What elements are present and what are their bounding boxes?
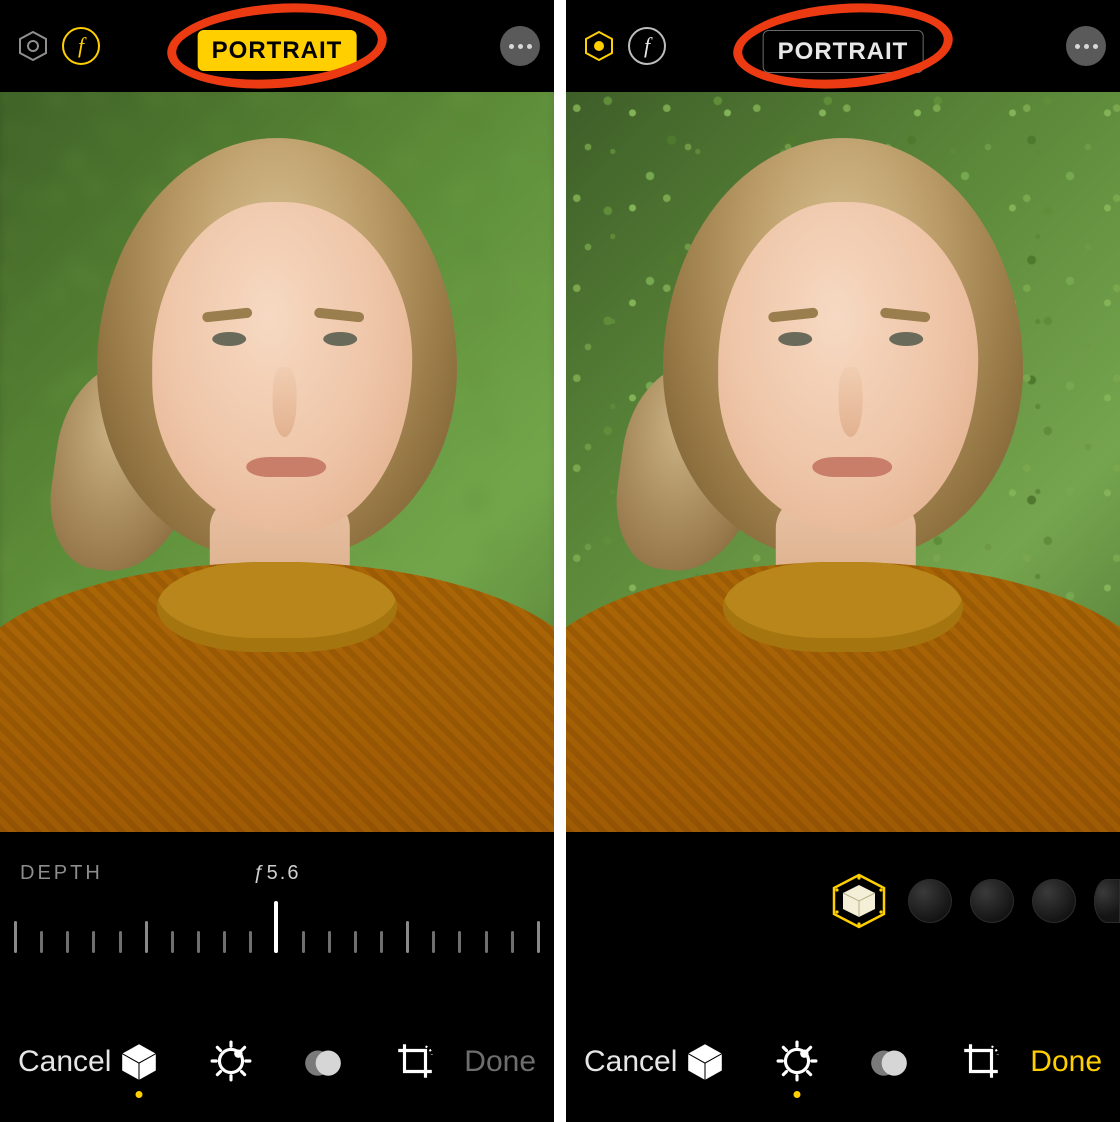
more-button[interactable] xyxy=(500,26,540,66)
lighting-option[interactable] xyxy=(970,879,1014,923)
cancel-button[interactable]: Cancel xyxy=(14,1039,115,1085)
lighting-option[interactable] xyxy=(908,879,952,923)
lighting-option[interactable] xyxy=(1032,879,1076,923)
portrait-mode-badge[interactable]: PORTRAIT xyxy=(763,30,924,73)
photo-subject xyxy=(566,92,1120,832)
adjust-dial-icon[interactable] xyxy=(208,1038,254,1084)
active-tab-dot xyxy=(136,1091,143,1098)
phone-screen-right: f PORTRAIT xyxy=(566,0,1120,1122)
lighting-control xyxy=(566,832,1120,1002)
lighting-hex-icon[interactable] xyxy=(580,27,618,65)
done-button[interactable]: Done xyxy=(460,1039,540,1085)
portrait-mode-badge[interactable]: PORTRAIT xyxy=(198,30,357,71)
filters-icon[interactable] xyxy=(866,1038,912,1084)
edit-tool-tabs xyxy=(116,1038,438,1084)
photo-subject xyxy=(0,92,554,832)
done-button[interactable]: Done xyxy=(1026,1039,1106,1085)
edit-tool-tabs xyxy=(682,1038,1004,1084)
crop-rotate-icon[interactable] xyxy=(392,1038,438,1084)
more-button[interactable] xyxy=(1066,26,1106,66)
depth-value: ƒ5.6 xyxy=(254,862,301,885)
lighting-natural-icon[interactable] xyxy=(828,870,890,932)
lighting-option[interactable] xyxy=(1094,879,1120,923)
aperture-f-icon[interactable]: f xyxy=(628,27,666,65)
portrait-cube-icon[interactable] xyxy=(116,1038,162,1084)
adjust-dial-icon[interactable] xyxy=(774,1038,820,1084)
bottom-toolbar: Cancel Done xyxy=(0,1002,554,1122)
portrait-cube-icon[interactable] xyxy=(682,1038,728,1084)
phone-screen-left: f PORTRAIT xyxy=(0,0,554,1122)
aperture-f-icon[interactable]: f xyxy=(62,27,100,65)
depth-slider-marker[interactable] xyxy=(274,901,278,953)
top-bar: f PORTRAIT xyxy=(0,0,554,92)
cancel-button[interactable]: Cancel xyxy=(580,1039,681,1085)
depth-label: DEPTH xyxy=(20,862,103,885)
photo-preview[interactable] xyxy=(0,92,554,832)
lighting-options[interactable] xyxy=(828,870,1120,932)
active-tab-dot xyxy=(794,1091,801,1098)
lighting-hex-icon[interactable] xyxy=(14,27,52,65)
depth-control: DEPTH ƒ5.6 xyxy=(0,832,554,1002)
bottom-toolbar: Cancel Done xyxy=(566,1002,1120,1122)
photo-preview[interactable] xyxy=(566,92,1120,832)
top-bar: f PORTRAIT xyxy=(566,0,1120,92)
filters-icon[interactable] xyxy=(300,1038,346,1084)
crop-rotate-icon[interactable] xyxy=(958,1038,1004,1084)
depth-slider[interactable] xyxy=(14,921,540,973)
